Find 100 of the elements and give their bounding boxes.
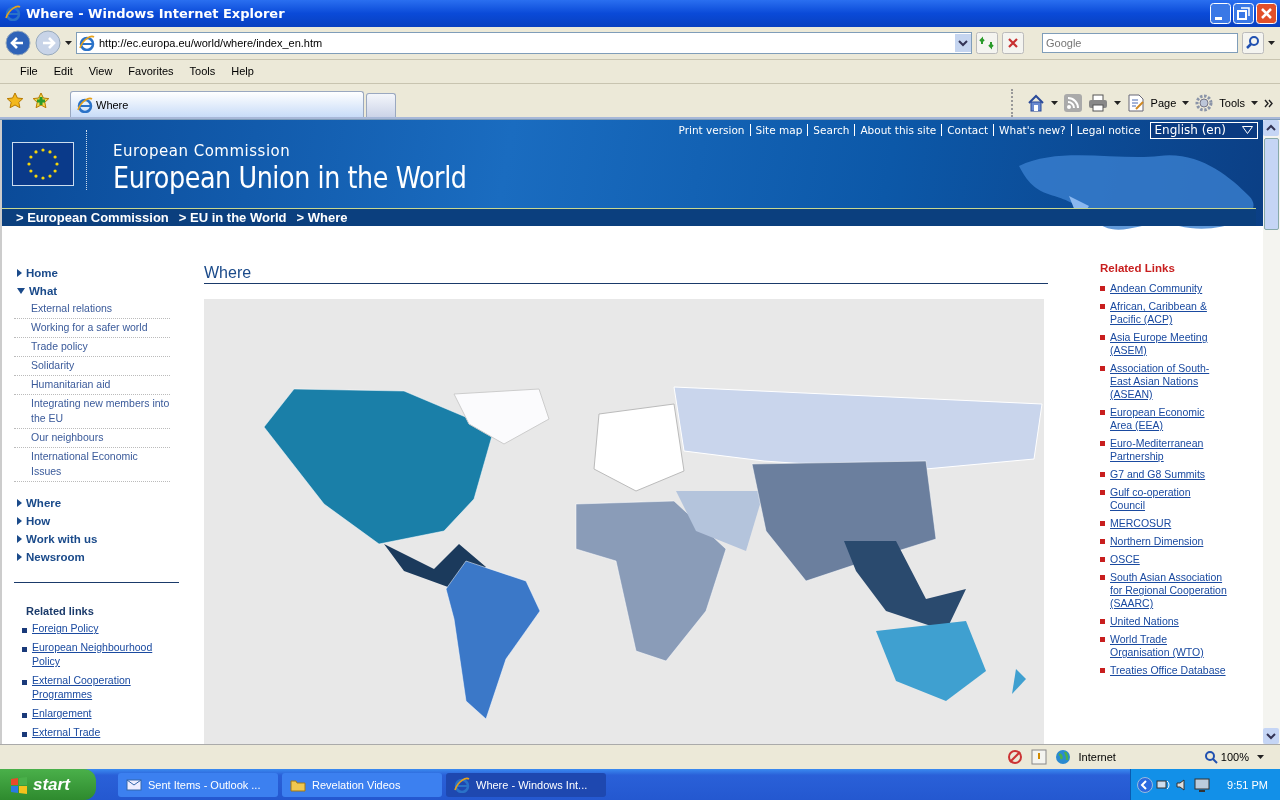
menu-item[interactable]: File [12,65,46,78]
page-heading: Where [204,264,1048,285]
nav-sublink[interactable]: Integrating new members into the EU [14,395,170,430]
menu-item[interactable]: Favorites [120,65,182,78]
breadcrumb-link[interactable]: > EU in the World [178,210,287,226]
related-link[interactable]: African, Caribbean & Pacific (ACP) [1110,300,1228,327]
page-icon[interactable] [1126,94,1145,113]
language-select[interactable]: English (en) [1149,121,1258,139]
nav-sublink[interactable]: International Economic Issues [14,448,170,483]
related-link[interactable]: Northern Dimension [1110,535,1204,549]
breadcrumb-link[interactable]: > Where [296,210,348,226]
nav-link[interactable]: Where [26,497,62,510]
gear-icon[interactable] [1195,94,1214,113]
header-link[interactable]: Print version [673,124,750,137]
related-link[interactable]: OSCE [1110,553,1140,567]
menu-item[interactable]: Edit [45,65,81,78]
close-button[interactable] [1256,2,1277,24]
page-menu[interactable]: Page [1150,97,1177,110]
caret-icon[interactable] [1251,101,1258,106]
scroll-up-button[interactable] [1263,120,1279,137]
related-link[interactable]: G7 and G8 Summits [1110,468,1206,482]
header-link[interactable]: Site map [749,124,808,137]
related-link[interactable]: Euro-Mediterranean Partnership [1110,437,1228,464]
zoom-control[interactable]: 100% [1203,750,1249,765]
nav-sublink[interactable]: External relations [14,300,170,320]
caret-icon[interactable] [65,40,72,45]
related-link[interactable]: Association of South-East Asian Nations (ASEAN) [1110,362,1228,402]
add-favorite-icon[interactable] [32,91,50,110]
menu-item[interactable]: Help [223,65,262,78]
browser-tab[interactable]: Where [70,91,364,118]
section-heading: Related links [25,605,95,618]
breadcrumb-link[interactable]: > European Commission [16,210,169,226]
nav-sublink[interactable]: Trade policy [14,338,170,358]
stop-button[interactable] [1002,31,1024,54]
related-link[interactable]: European Economic Area (EEA) [1110,406,1228,433]
scroll-thumb[interactable] [1264,138,1279,231]
header-link[interactable]: About this site [854,124,942,137]
zoom-icon [1203,750,1218,765]
start-button[interactable]: start [0,769,96,800]
bullet-icon [1100,472,1105,478]
home-icon[interactable] [1026,94,1045,113]
nav-sublink[interactable]: Solidarity [14,357,170,377]
warning-icon [1030,749,1047,766]
caret-icon[interactable] [1268,40,1275,45]
chevron-left-icon[interactable] [1137,776,1154,793]
site-title: European Union in the World [113,160,467,195]
caret-icon[interactable] [1182,101,1190,106]
related-link[interactable]: Enlargement [32,706,92,721]
bullet-icon [1100,335,1105,341]
search-button[interactable] [1242,31,1264,54]
related-link[interactable]: Andean Community [1110,282,1203,296]
related-link[interactable]: South Asian Association for Regional Cooperation (SAARC) [1110,571,1228,611]
related-link[interactable]: MERCOSUR [1110,517,1172,531]
monitor-icon[interactable] [1194,776,1211,793]
address-field[interactable]: http://ec.europa.eu/world/where/index_en.htm [76,31,972,54]
minimize-button[interactable] [1210,2,1231,24]
search-field[interactable]: Google [1042,32,1238,53]
caret-icon[interactable] [1257,755,1264,760]
related-link[interactable]: External Cooperation Programmes [32,673,170,702]
related-link[interactable]: External Trade [32,725,101,740]
related-link[interactable]: Asia Europe Meeting (ASEM) [1110,331,1228,358]
header-link[interactable]: Search [807,124,855,137]
nav-sublink[interactable]: Our neighbours [14,429,170,449]
print-icon[interactable] [1087,94,1108,113]
nav-sublink[interactable]: Working for a safer world [14,319,170,339]
taskbar-button[interactable]: Revelation Videos [282,772,442,797]
menu-item[interactable]: Tools [181,65,224,78]
caret-icon[interactable] [1113,101,1121,106]
bullet-icon [22,680,27,686]
security-zone: Internet [1078,751,1116,764]
header-link[interactable]: What's new? [993,124,1071,137]
tools-menu[interactable]: Tools [1219,97,1245,110]
header-link[interactable]: Legal notice [1070,124,1146,137]
refresh-button[interactable] [976,31,998,54]
favorites-star-icon[interactable] [6,91,24,110]
related-link[interactable]: Gulf co-operation Council [1110,486,1228,513]
scrollbar[interactable] [1263,120,1280,745]
nav-link[interactable]: How [26,515,51,528]
nav-sublink[interactable]: Humanitarian aid [14,376,170,396]
nav-link[interactable]: Home [26,267,58,280]
nav-link[interactable]: Newsroom [26,551,85,564]
chevron-icon[interactable] [1264,98,1274,108]
header-link[interactable]: Contact [941,124,994,137]
related-link[interactable]: Treaties Office Database [1110,664,1226,678]
bullet-icon [1100,304,1105,310]
caret-icon[interactable] [1050,101,1058,106]
related-link[interactable]: World Trade Organisation (WTO) [1110,633,1228,660]
related-link[interactable]: European Neighbourhood Policy [32,640,170,669]
related-link[interactable]: United Nations [1110,615,1179,629]
bullet-icon [1100,557,1105,563]
taskbar-button[interactable]: Sent Items - Outlook ... [118,772,278,797]
menu-item[interactable]: View [80,65,121,78]
back-button[interactable] [5,29,31,56]
nav-link[interactable]: What [29,285,58,298]
restore-button[interactable] [1233,2,1254,24]
taskbar-button[interactable]: Where - Windows Int... [446,772,606,797]
related-link[interactable]: Foreign Policy [32,621,99,636]
scroll-down-button[interactable] [1263,728,1279,745]
nav-link[interactable]: Work with us [26,533,98,546]
dropdown-icon[interactable] [955,33,971,52]
